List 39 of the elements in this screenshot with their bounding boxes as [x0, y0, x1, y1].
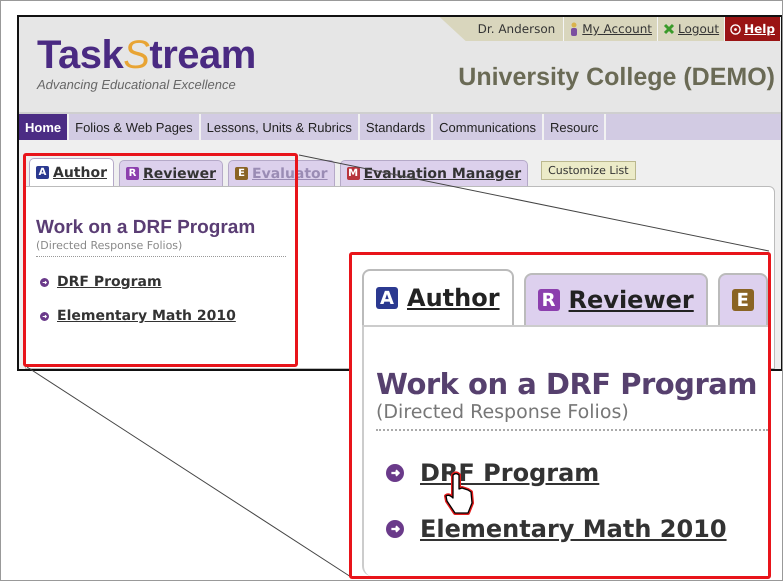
- role-tab[interactable]: R Reviewer: [524, 273, 708, 325]
- role-badge: A: [36, 166, 49, 179]
- section-subtitle: (Directed Response Folios): [376, 401, 630, 423]
- program-link[interactable]: DRF Program: [57, 274, 162, 290]
- organization-title: University College (DEMO): [458, 63, 775, 92]
- role-tab[interactable]: R Reviewer: [118, 160, 224, 186]
- nav-tab[interactable]: Resourc: [544, 114, 606, 140]
- logo-tagline: Advancing Educational Excellence: [37, 77, 237, 92]
- role-badge: E: [235, 167, 248, 180]
- role-tab[interactable]: A Author: [362, 269, 514, 325]
- arrow-bullet-icon: [386, 520, 404, 538]
- x-icon: [663, 23, 676, 35]
- user-name: Dr. Anderson: [470, 17, 564, 41]
- arrow-bullet-icon: [386, 464, 404, 482]
- arrow-bullet-icon: [40, 278, 49, 286]
- nav-tab[interactable]: Folios & Web Pages: [69, 114, 201, 140]
- nav-tab[interactable]: Lessons, Units & Rubrics: [200, 114, 360, 140]
- person-icon: [569, 22, 580, 36]
- nav-tab[interactable]: Home: [19, 114, 70, 140]
- program-link[interactable]: Elementary Math 2010: [420, 515, 727, 543]
- nav-tab[interactable]: Standards: [360, 114, 434, 140]
- role-badge: M: [346, 167, 360, 180]
- role-badge: A: [376, 287, 398, 309]
- section-subtitle: (Directed Response Folios): [36, 239, 184, 252]
- taskstream-logo: TaskStream: [37, 35, 256, 75]
- nav-tab[interactable]: Communications: [433, 114, 544, 140]
- role-badge: R: [538, 289, 560, 311]
- program-link[interactable]: Elementary Math 2010: [57, 308, 236, 324]
- help-icon: [730, 24, 742, 34]
- arrow-bullet-icon: [40, 312, 49, 320]
- role-badge: E: [732, 289, 754, 311]
- header-link[interactable]: Help: [725, 17, 781, 41]
- role-tab[interactable]: E: [718, 273, 768, 325]
- role-tab[interactable]: A Author: [29, 158, 114, 186]
- customize-list-button[interactable]: Customize List: [541, 161, 636, 180]
- header-link[interactable]: My Account: [564, 17, 658, 41]
- section-heading: Work on a DRF Program: [36, 217, 256, 239]
- section-heading: Work on a DRF Program: [376, 367, 758, 401]
- role-badge: R: [126, 167, 139, 180]
